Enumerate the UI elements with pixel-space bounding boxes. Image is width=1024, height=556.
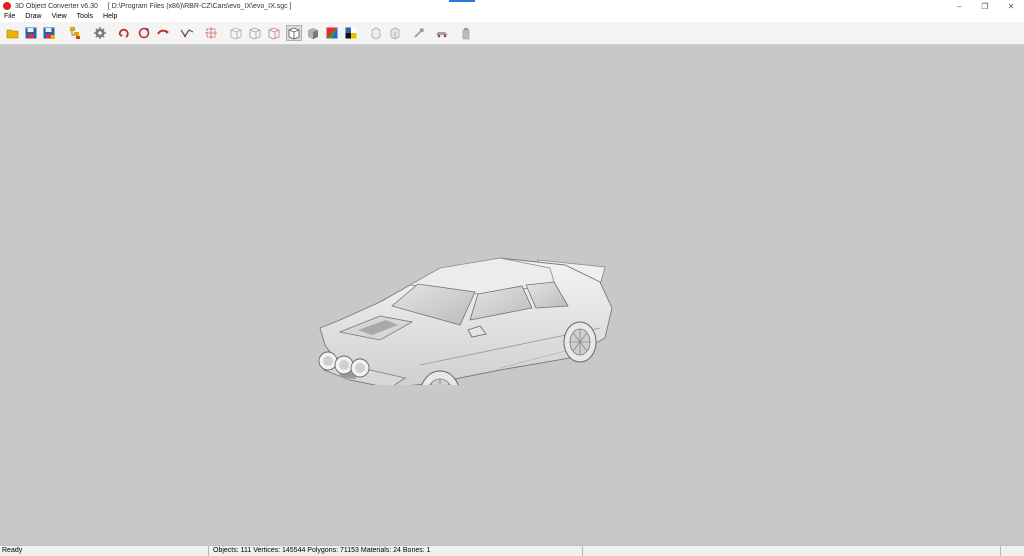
bottle-button[interactable] (459, 26, 473, 40)
tool-button[interactable] (412, 26, 426, 40)
bounding-box-button[interactable] (204, 26, 218, 40)
status-divider (208, 546, 209, 556)
tool-icon (414, 28, 424, 38)
vertex-edit-icon (180, 29, 194, 38)
texture-button[interactable] (344, 26, 358, 40)
rotate-axis-icon (138, 27, 150, 39)
light-2-icon (390, 27, 400, 40)
color-shading-icon (326, 27, 338, 39)
save-all-button[interactable] (42, 26, 56, 40)
window-title: 3D Object Converter v6.30 (15, 2, 98, 10)
vertex-edit-button[interactable] (180, 26, 194, 40)
save-all-icon (43, 27, 55, 39)
smooth-shading-button[interactable] (306, 26, 320, 40)
open-icon (6, 29, 19, 39)
texture-icon (345, 27, 357, 39)
flat-shading-button[interactable] (286, 25, 302, 41)
settings-button[interactable] (93, 26, 107, 40)
file-path: [ D:\Program Files (x86)\RBR-CZ\Cars\evo… (107, 2, 292, 10)
status-divider (1000, 546, 1001, 556)
status-divider (582, 546, 583, 556)
minimize-button[interactable]: – (946, 0, 972, 12)
wireframe-button[interactable] (229, 26, 243, 40)
3d-viewport[interactable] (0, 45, 1024, 545)
smooth-shading-icon (308, 28, 318, 39)
car-icon (436, 32, 448, 38)
wireframe-box-3-icon (268, 27, 280, 40)
wireframe-3-button[interactable] (267, 26, 281, 40)
restore-button[interactable]: ❐ (972, 0, 998, 12)
open-button[interactable] (6, 26, 20, 40)
rotate-y-button[interactable] (137, 26, 151, 40)
app-logo-icon (3, 2, 11, 10)
bottle-icon (462, 28, 470, 40)
status-ready-text: Ready (2, 547, 23, 554)
light-2-button[interactable] (388, 26, 402, 40)
status-model-stats: Objects: 111 Vertices: 145544 Polygons: … (213, 547, 431, 554)
bounding-box-icon (205, 27, 217, 39)
light-icon (371, 27, 381, 40)
menu-draw[interactable]: Draw (20, 12, 46, 22)
menu-file[interactable]: File (0, 12, 20, 22)
save-icon (25, 27, 37, 39)
window-controls: – ❐ ✕ (946, 0, 1024, 12)
toolbar (0, 22, 1024, 45)
rotate-icon (118, 28, 129, 38)
menu-bar: File Draw View Tools Help (0, 12, 1024, 22)
title-bar: 3D Object Converter v6.30 [ D:\Program F… (0, 0, 1024, 12)
wireframe-box-icon (230, 27, 242, 40)
hierarchy-button[interactable] (68, 26, 82, 40)
menu-help[interactable]: Help (98, 12, 122, 22)
save-button[interactable] (24, 26, 38, 40)
wireframe-2-button[interactable] (248, 26, 262, 40)
flat-shading-icon (288, 27, 300, 40)
car-button[interactable] (435, 26, 449, 40)
menu-view[interactable]: View (47, 12, 72, 22)
settings-gear-icon (94, 27, 106, 39)
light-button[interactable] (369, 26, 383, 40)
move-icon (157, 29, 169, 35)
rotate-x-button[interactable] (117, 26, 131, 40)
rotate-z-button[interactable] (156, 26, 170, 40)
car-model (318, 257, 613, 385)
status-bar: Ready Objects: 111 Vertices: 145544 Poly… (0, 545, 1024, 556)
close-button[interactable]: ✕ (998, 0, 1024, 12)
menu-tools[interactable]: Tools (72, 12, 98, 22)
hierarchy-icon (70, 27, 80, 39)
title-accent-bar (449, 0, 475, 2)
color-shading-button[interactable] (325, 26, 339, 40)
wireframe-box-2-icon (249, 27, 261, 40)
